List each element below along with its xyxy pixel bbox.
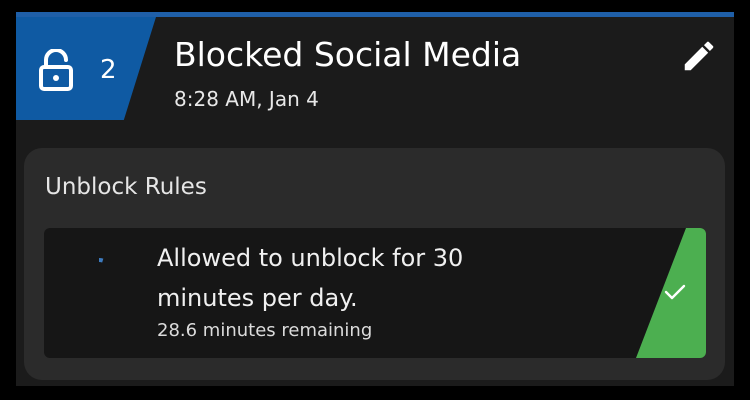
edit-button[interactable] xyxy=(678,35,720,77)
rule-description: Allowed to unblock for 30 minutes per da… xyxy=(157,244,464,312)
lock-open-icon xyxy=(39,49,73,91)
block-timestamp: 8:28 AM, Jan 4 xyxy=(174,87,319,111)
unblock-rules-panel: Unblock Rules Allowed to unblock for 30 … xyxy=(24,148,725,380)
rule-status-indicator xyxy=(636,228,706,358)
unblock-rule-item[interactable]: Allowed to unblock for 30 minutes per da… xyxy=(44,228,706,358)
checkmark-icon xyxy=(664,284,686,300)
lock-count: 2 xyxy=(100,55,117,85)
block-card: 2 Blocked Social Media 8:28 AM, Jan 4 Un… xyxy=(16,12,734,386)
block-title: Blocked Social Media xyxy=(174,35,522,74)
pencil-icon xyxy=(684,41,714,71)
rules-heading: Unblock Rules xyxy=(45,174,207,200)
lock-badge[interactable]: 2 xyxy=(16,17,156,120)
rule-remaining: 28.6 minutes remaining xyxy=(157,320,373,341)
usage-progress-ring xyxy=(84,258,114,288)
